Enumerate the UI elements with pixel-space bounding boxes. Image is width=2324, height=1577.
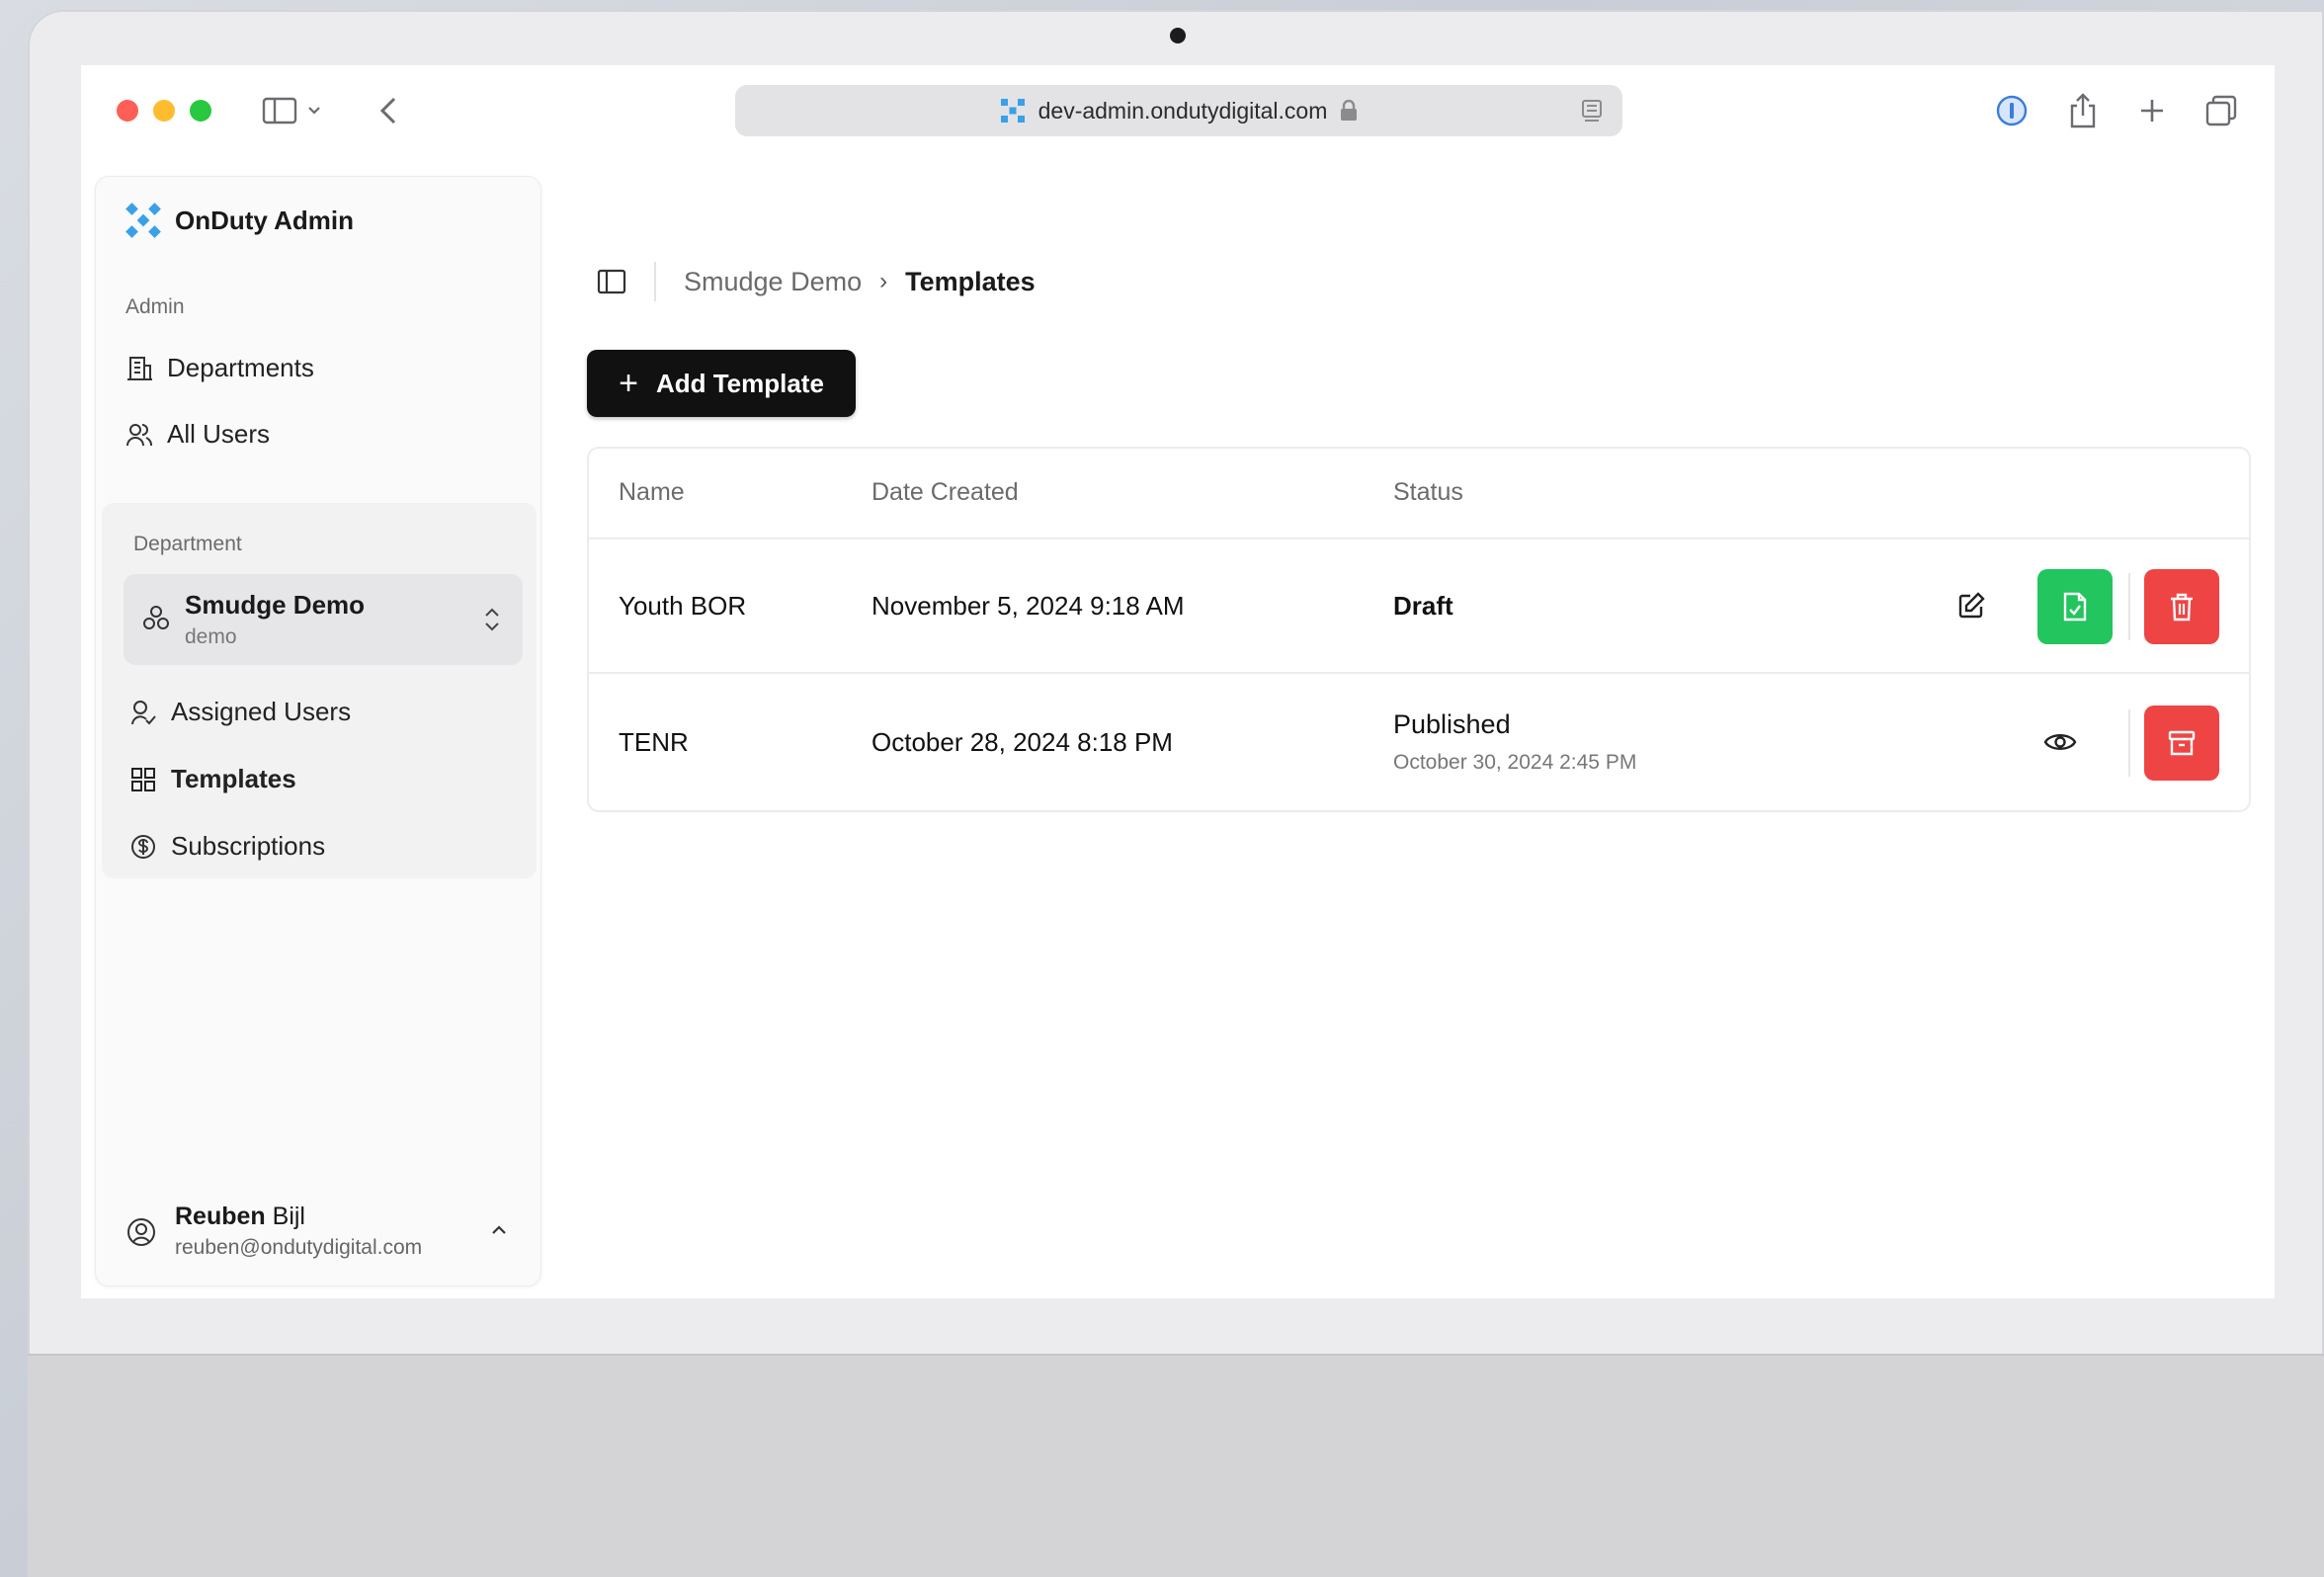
edit-template-button[interactable] [1949,583,1994,628]
user-check-icon [131,700,156,724]
breadcrumb-divider [654,262,656,301]
column-header-name: Name [619,478,685,506]
tab-overview-icon[interactable] [2201,91,2241,130]
archive-template-button[interactable] [2144,706,2219,781]
department-section-label: Department [133,533,242,555]
templates-table: Name Date Created Status Youth BOR Novem… [587,447,2251,812]
department-switcher[interactable]: Smudge Demo demo [124,574,523,665]
sidebar-item-templates[interactable]: Templates [129,764,296,794]
sidebar-item-label: Departments [167,353,314,382]
device-chin [28,1354,2324,1577]
row-date: October 28, 2024 8:18 PM [872,727,1173,757]
brand[interactable]: OnDuty Admin [125,203,354,238]
actions-divider [2128,573,2130,640]
user-first-name: Reuben [175,1203,266,1230]
panel-left-icon[interactable] [595,265,628,298]
row-date: November 5, 2024 9:18 AM [872,591,1185,621]
onduty-logo-icon [125,203,161,238]
badge-dollar-icon [131,834,155,859]
row-name: Youth BOR [619,591,747,621]
trash-icon [2171,593,2193,622]
department-icon [143,606,169,629]
user-name: Reuben Bijl [175,1203,305,1231]
sidebar-item-all-users[interactable]: All Users [125,419,270,450]
share-icon[interactable] [2063,91,2103,130]
row-status: Draft [1393,591,1453,621]
department-name: Smudge Demo [185,590,366,620]
user-avatar-icon [127,1218,155,1246]
row-status: Published [1393,709,1511,739]
site-logo-icon [1000,99,1025,123]
table-header: Name Date Created Status [589,449,2249,540]
add-template-label: Add Template [655,368,824,398]
column-header-date: Date Created [872,478,1019,506]
app: OnDuty Admin Admin Departments All Users… [81,176,2275,1298]
chevron-up-icon [492,1225,506,1234]
user-email: reuben@ondutydigital.com [175,1236,423,1259]
lock-icon [1341,100,1358,121]
new-tab-icon[interactable] [2132,91,2172,130]
row-published-date: October 30, 2024 2:45 PM [1393,751,1637,774]
publish-template-button[interactable] [2037,569,2113,644]
department-panel: Department Smudge Demo demo Assigned Use… [102,503,537,878]
close-window-button[interactable] [117,100,138,122]
password-manager-icon[interactable] [1992,91,2032,130]
row-name: TENR [619,727,689,757]
sidebar-item-label: Templates [171,764,296,793]
sidebar-item-label: Assigned Users [171,697,352,726]
building-icon [127,356,152,380]
table-row: TENR October 28, 2024 8:18 PM Published … [589,676,2249,810]
brand-name: OnDuty Admin [175,205,355,235]
reader-icon[interactable] [1579,98,1605,124]
breadcrumb-current: Templates [905,266,1036,296]
actions-divider [2128,709,2130,777]
table-row: Youth BOR November 5, 2024 9:18 AM Draft [589,540,2249,674]
breadcrumb-bar: Smudge Demo › Templates [575,257,1036,306]
zoom-window-button[interactable] [190,100,211,122]
breadcrumb-department[interactable]: Smudge Demo [684,267,862,297]
file-check-icon [2063,592,2087,622]
address-bar[interactable]: dev-admin.ondutydigital.com [735,85,1622,136]
user-menu[interactable]: Reuben Bijl reuben@ondutydigital.com [125,1195,521,1274]
sidebar-item-label: Subscriptions [171,831,326,861]
delete-template-button[interactable] [2144,569,2219,644]
url-text: dev-admin.ondutydigital.com [1038,97,1328,124]
archive-icon [2168,730,2196,756]
layout-grid-icon [131,767,155,791]
camera-dot [1170,28,1186,43]
breadcrumb-chevron-icon: › [879,268,888,294]
minimize-window-button[interactable] [153,100,175,122]
sidebar-item-subscriptions[interactable]: Subscriptions [129,831,325,862]
column-header-status: Status [1393,478,1463,506]
edit-icon [1958,592,1985,619]
chevrons-up-down-icon [485,608,499,631]
back-icon[interactable] [374,93,403,128]
chevron-down-icon[interactable] [304,93,324,128]
eye-icon [2043,734,2077,750]
admin-section-label: Admin [125,295,185,318]
plus-icon: + [619,365,638,402]
browser-sidebar-icon[interactable] [261,93,298,128]
browser-window: dev-admin.ondutydigital.com OnDuty Admin… [81,65,2275,1298]
sidebar-item-departments[interactable]: Departments [125,353,314,383]
view-template-button[interactable] [2037,719,2083,765]
department-slug: demo [185,625,237,648]
users-icon [126,423,152,446]
sidebar-item-label: All Users [167,419,271,449]
sidebar: OnDuty Admin Admin Departments All Users… [95,176,541,1286]
main-content: Smudge Demo › Templates + Add Template N… [575,176,2255,1298]
user-last-name: Bijl [272,1203,305,1230]
add-template-button[interactable]: + Add Template [587,350,856,417]
sidebar-item-assigned-users[interactable]: Assigned Users [129,697,351,727]
browser-toolbar: dev-admin.ondutydigital.com [81,65,2275,176]
